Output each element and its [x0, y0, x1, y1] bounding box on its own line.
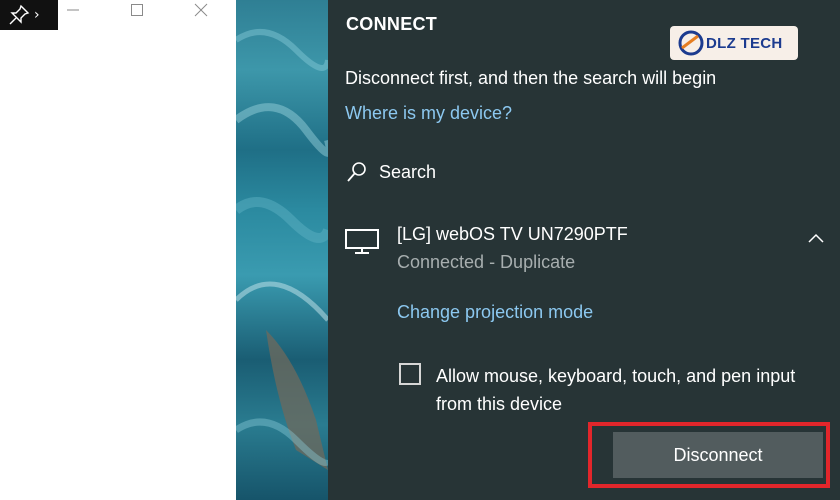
allow-input-label: Allow mouse, keyboard, touch, and pen in…: [436, 366, 796, 414]
pin-icon: [9, 4, 30, 25]
desktop-wallpaper: [236, 0, 328, 500]
chevron-right-icon: ›: [34, 7, 40, 23]
disconnect-button[interactable]: Disconnect: [613, 432, 823, 478]
device-name: [LG] webOS TV UN7290PTF: [397, 224, 628, 244]
monitor-icon: [345, 229, 379, 254]
close-icon[interactable]: [186, 0, 216, 20]
device-status: Connected - Duplicate: [397, 252, 576, 272]
logo-brand: DLZ TECH: [706, 34, 783, 52]
connect-panel: CONNECT DLZ TECH Disconnect first, and t…: [328, 0, 840, 500]
search-label: Search: [379, 161, 437, 182]
panel-title: CONNECT: [346, 14, 438, 34]
chevron-up-icon[interactable]: [806, 228, 826, 248]
logo-mark: [678, 30, 704, 56]
maximize-icon[interactable]: [122, 0, 152, 20]
where-is-my-device-link[interactable]: Where is my device?: [345, 103, 512, 124]
search-icon: [347, 162, 366, 182]
instruction-text: Disconnect first, and then the search wi…: [345, 68, 717, 88]
minimize-icon[interactable]: [58, 0, 88, 20]
allow-input-checkbox[interactable]: [399, 363, 421, 385]
watermark-logo: DLZ TECH: [670, 26, 798, 60]
pin-button[interactable]: ›: [0, 0, 58, 30]
change-projection-mode-link[interactable]: Change projection mode: [397, 302, 593, 323]
search-button[interactable]: Search: [345, 160, 436, 184]
background-window: ›: [0, 0, 236, 500]
